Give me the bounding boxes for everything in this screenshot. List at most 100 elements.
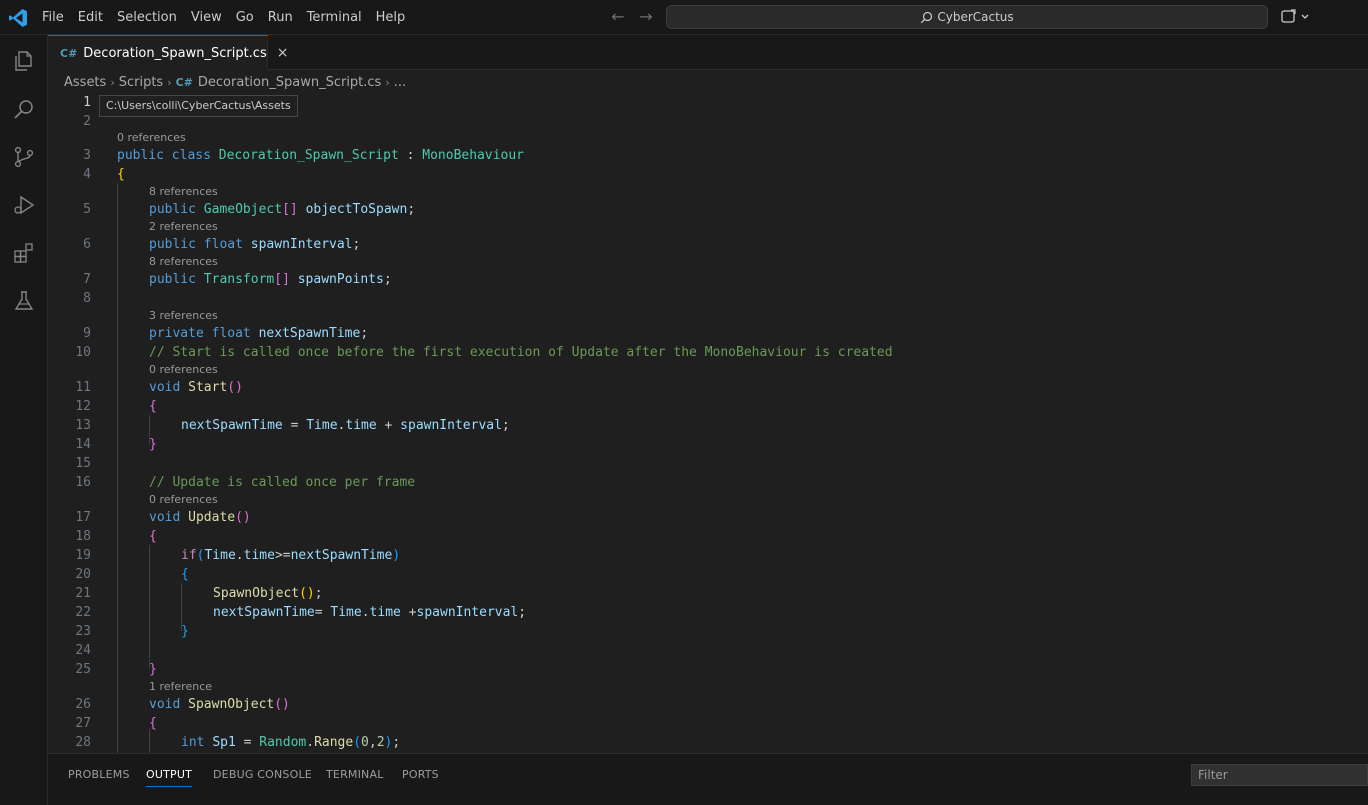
tok: ; [407,202,416,217]
code-line: 11 void Start() [48,378,1368,397]
codelens-references[interactable]: 0 references [117,130,186,146]
tok: spawnPoints [297,272,384,287]
codelens-references[interactable]: 3 references [149,308,218,324]
tok: ; [352,237,361,252]
copilot-icon[interactable] [1280,8,1314,26]
code-text: { [149,529,157,544]
close-icon[interactable]: × [277,45,289,61]
line-number: 4 [83,167,91,182]
tab-output[interactable]: OUTPUT [146,767,193,787]
tok: () [274,697,290,712]
code-text: public class Decoration_Spawn_Script : M… [117,146,524,165]
code-text: if(Time.time>=nextSpawnTime) [181,546,400,565]
menu-view[interactable]: View [184,0,229,35]
source-control-icon[interactable] [0,133,48,181]
code-line: 20 { [48,565,1368,584]
code-line: 4 { [48,165,1368,184]
code-line: 12 { [48,397,1368,416]
breadcrumb-symbols[interactable]: ... [394,75,406,90]
line-number: 6 [83,237,91,252]
menu-go[interactable]: Go [229,0,261,35]
line-number: 5 [83,202,91,217]
tab-decoration-spawn-script[interactable]: C# Decoration_Spawn_Script.cs × [48,35,288,70]
menu-edit[interactable]: Edit [71,0,110,35]
code-text: { [117,165,125,184]
tok: spawnInterval [250,237,353,252]
command-center[interactable]: CyberCactus [666,5,1268,29]
tok: 0 [361,735,369,750]
line-number: 2 [83,114,91,129]
code-line: 6 public float spawnInterval; [48,235,1368,254]
code-line: 18 { [48,527,1368,546]
csharp-file-icon: C# [60,46,78,60]
menu-file[interactable]: File [35,0,71,35]
tok: Time [306,418,338,433]
code-line: 24 [48,641,1368,660]
code-line: 9 private float nextSpawnTime; [48,324,1368,343]
tok: void [149,380,181,395]
code-editor[interactable]: 1 2 0 references 3 public class Decorati… [48,93,1368,753]
chevron-right-icon: › [110,75,115,89]
code-text: private float nextSpawnTime; [149,324,368,343]
tok: [] [274,272,290,287]
code-line: 3 public class Decoration_Spawn_Script :… [48,146,1368,165]
tok: ; [314,586,323,601]
codelens-references[interactable]: 0 references [149,492,218,508]
code-line: 14 } [48,435,1368,454]
forward-arrow-icon[interactable]: → [636,8,656,26]
tab-debug-console[interactable]: DEBUG CONSOLE [213,767,312,787]
vscode-logo[interactable] [8,8,28,28]
codelens-references[interactable]: 0 references [149,362,218,378]
codelens-references[interactable]: 8 references [149,184,218,200]
code-line: 5 public GameObject[] objectToSpawn; [48,200,1368,219]
code-line: 17 void Update() [48,508,1368,527]
breadcrumb-assets[interactable]: Assets [64,75,106,90]
csharp-file-icon: C# [175,75,193,89]
code-line: 25 } [48,660,1368,679]
tok: float [203,237,243,252]
line-number: 20 [75,567,91,582]
tok: public [149,202,196,217]
tok: () [299,586,315,601]
breadcrumb-scripts[interactable]: Scripts [119,75,163,90]
filter-input[interactable] [1191,764,1368,786]
line-number: 24 [75,643,91,658]
tok: GameObject [203,202,283,217]
path-tooltip: C:\Users\colli\CyberCactus\Assets [99,95,298,117]
run-debug-icon[interactable] [0,181,48,229]
codelens-references[interactable]: 8 references [149,254,218,270]
line-number: 8 [83,291,91,306]
tok: >= [274,548,291,563]
tok: = [314,605,331,620]
tok: . [361,605,370,620]
menu-help[interactable]: Help [369,0,413,35]
codelens-references[interactable]: 2 references [149,219,218,235]
back-arrow-icon[interactable]: ← [608,8,628,26]
line-number: 28 [75,735,91,750]
tab-ports[interactable]: PORTS [402,767,439,787]
menu-terminal[interactable]: Terminal [300,0,369,35]
tab-terminal[interactable]: TERMINAL [326,767,384,787]
tok: { [117,167,125,182]
tok: time [243,548,275,563]
code-line: 10 // Start is called once before the fi… [48,343,1368,362]
code-line: 16 // Update is called once per frame [48,473,1368,492]
search-view-icon[interactable] [0,85,48,133]
line-number: 23 [75,624,91,639]
testing-icon[interactable] [0,277,48,325]
breadcrumb: Assets › Scripts › C# Decoration_Spawn_S… [64,71,406,93]
code-line: 22 nextSpawnTime= Time.time +spawnInterv… [48,603,1368,622]
tok: , [368,735,377,750]
tok: time [369,605,401,620]
codelens-references[interactable]: 1 reference [149,679,212,695]
menu-selection[interactable]: Selection [110,0,184,35]
line-number: 26 [75,697,91,712]
menu-run[interactable]: Run [261,0,300,35]
code-text: public GameObject[] objectToSpawn; [149,200,415,219]
line-number: 13 [75,418,91,433]
explorer-icon[interactable] [0,37,48,85]
extensions-icon[interactable] [0,229,48,277]
breadcrumb-file[interactable]: Decoration_Spawn_Script.cs [198,75,381,90]
tab-problems[interactable]: PROBLEMS [68,767,130,787]
code-text: } [149,662,157,677]
